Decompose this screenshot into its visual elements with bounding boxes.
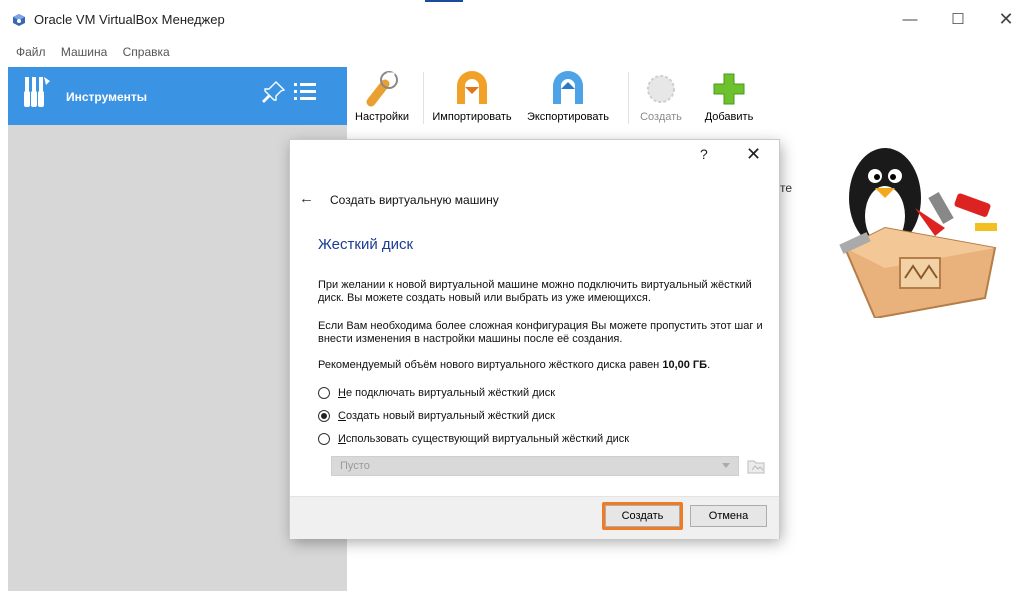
mnemonic: Н (338, 387, 346, 399)
option-create-disk-label: Создать новый виртуальный жёсткий диск (338, 410, 555, 422)
toolbar-separator (423, 72, 424, 124)
radio-no-disk[interactable] (318, 387, 330, 399)
option-create-disk[interactable]: Создать новый виртуальный жёсткий диск (318, 407, 555, 425)
menu-machine[interactable]: Машина (61, 45, 107, 59)
option-existing-disk[interactable]: Использовать существующий виртуальный жё… (318, 430, 629, 448)
recommended-size-value: 10,00 ГБ (662, 359, 708, 371)
taskbar-accent (425, 0, 463, 2)
maximize-button[interactable]: ☐ (938, 4, 978, 34)
new-label: Создать (640, 111, 682, 123)
add-label: Добавить (704, 111, 754, 123)
welcome-text-fragment: те (780, 181, 793, 195)
menu-bar: Файл Машина Справка (0, 45, 170, 63)
add-button[interactable]: Добавить (698, 70, 760, 130)
section-title: Жесткий диск (318, 236, 414, 253)
export-label: Экспортировать (526, 111, 610, 123)
cancel-button[interactable]: Отмена (690, 505, 767, 527)
tux-toolbox-illustration (839, 148, 997, 318)
tools-icon (24, 77, 50, 107)
import-label: Импортировать (432, 111, 512, 123)
chevron-down-icon (722, 463, 730, 468)
dialog-close-button[interactable]: ✕ (746, 144, 761, 165)
recommended-size-prefix: Рекомендуемый объём нового виртуального … (318, 359, 663, 371)
pin-icon[interactable] (262, 80, 286, 104)
option-text: оздать новый виртуальный жёсткий диск (345, 410, 555, 422)
settings-label: Настройки (355, 111, 409, 123)
create-button-highlight (602, 502, 683, 530)
settings-button[interactable]: Настройки (352, 70, 412, 130)
mnemonic: И (338, 433, 346, 445)
mnemonic: С (338, 410, 346, 422)
import-icon (457, 71, 487, 104)
menu-help[interactable]: Справка (123, 45, 170, 59)
option-text: спользовать существующий виртуальный жёс… (345, 433, 630, 445)
radio-create-disk[interactable] (318, 410, 330, 422)
new-machine-button[interactable]: Создать (634, 70, 688, 130)
back-arrow-icon[interactable]: ← (299, 190, 314, 207)
dialog-title: Создать виртуальную машину (330, 193, 499, 207)
list-icon[interactable] (292, 80, 318, 104)
option-text: е подключать виртуальный жёсткий диск (345, 387, 556, 399)
option-no-disk[interactable]: Не подключать виртуальный жёсткий диск (318, 384, 555, 402)
close-window-button[interactable]: ✕ (986, 4, 1023, 34)
settings-icon (366, 71, 398, 107)
recommended-size-suffix: . (707, 359, 711, 371)
new-icon (647, 75, 675, 103)
description-paragraph-1: При желании к новой виртуальной машине м… (318, 279, 752, 304)
radio-existing-disk[interactable] (318, 433, 330, 445)
description-paragraph-2: Если Вам необходима более сложная конфиг… (318, 320, 763, 345)
window-title: Oracle VM VirtualBox Менеджер (34, 12, 225, 27)
existing-disk-select[interactable]: Пусто (331, 456, 739, 476)
import-button[interactable]: Импортировать (429, 70, 515, 130)
menu-file[interactable]: Файл (16, 45, 46, 59)
existing-disk-select-value: Пусто (340, 460, 370, 472)
toolbar-separator (628, 72, 629, 124)
add-icon (713, 73, 745, 105)
export-icon (553, 71, 583, 104)
choose-disk-folder-icon[interactable] (746, 457, 766, 475)
option-existing-disk-label: Использовать существующий виртуальный жё… (338, 433, 629, 445)
minimize-button[interactable]: — (890, 4, 930, 34)
option-no-disk-label: Не подключать виртуальный жёсткий диск (338, 387, 555, 399)
help-button[interactable]: ? (700, 146, 708, 162)
recommended-size-text: Рекомендуемый объём нового виртуального … (318, 359, 768, 372)
sidebar-item-label: Инструменты (66, 90, 148, 104)
export-button[interactable]: Экспортировать (516, 70, 620, 130)
virtualbox-logo-icon (13, 14, 25, 26)
